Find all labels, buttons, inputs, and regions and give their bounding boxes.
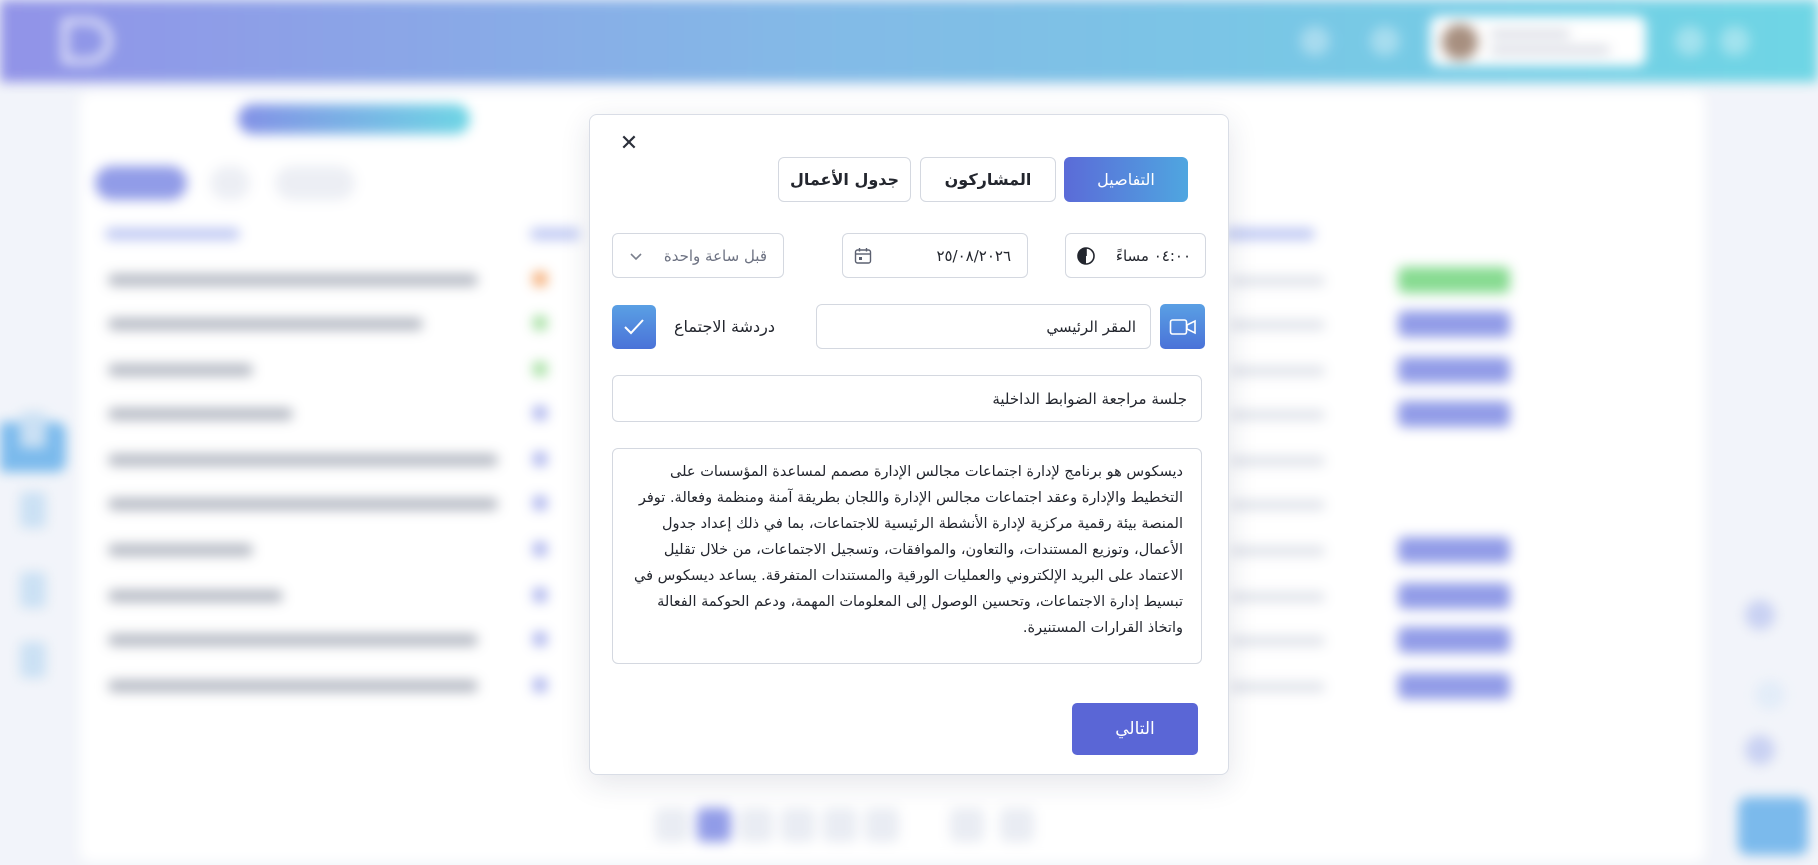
time-value: ٠٤:٠٠ مساءً bbox=[1115, 246, 1191, 265]
meeting-details-modal: ✕ جدول الأعمال المشاركون التفاصيل قبل سا… bbox=[589, 114, 1229, 775]
date-field[interactable]: ٢٥/٠٨/٢٠٢٦ bbox=[842, 233, 1028, 278]
time-field[interactable]: ٠٤:٠٠ مساءً bbox=[1065, 233, 1206, 278]
video-camera-icon bbox=[1169, 318, 1196, 335]
checkmark-icon bbox=[624, 319, 644, 335]
meeting-title-field[interactable]: جلسة مراجعة الضوابط الداخلية bbox=[612, 375, 1202, 422]
reminder-select[interactable]: قبل ساعة واحدة bbox=[612, 233, 784, 278]
date-value: ٢٥/٠٨/٢٠٢٦ bbox=[936, 246, 1011, 265]
tab-participants[interactable]: المشاركون bbox=[920, 157, 1056, 202]
reminder-value: قبل ساعة واحدة bbox=[663, 246, 767, 265]
description-textarea[interactable]: ديسكوس هو برنامج لإدارة اجتماعات مجالس ا… bbox=[612, 448, 1202, 664]
chevron-down-icon bbox=[630, 252, 642, 260]
tab-details[interactable]: التفاصيل bbox=[1064, 157, 1188, 202]
location-field[interactable]: المقر الرئيسي bbox=[816, 304, 1151, 349]
next-button[interactable]: التالي bbox=[1072, 703, 1198, 755]
video-meeting-button[interactable] bbox=[1160, 304, 1205, 349]
close-button[interactable]: ✕ bbox=[616, 131, 642, 157]
location-value: المقر الرئيسي bbox=[1046, 317, 1136, 336]
tab-agenda[interactable]: جدول الأعمال bbox=[778, 157, 911, 202]
meeting-chat-label: دردشة الاجتماع bbox=[674, 317, 776, 336]
meeting-title-value: جلسة مراجعة الضوابط الداخلية bbox=[992, 389, 1187, 408]
clock-icon bbox=[1077, 246, 1095, 265]
calendar-icon bbox=[854, 247, 872, 264]
meeting-chat-checkbox[interactable] bbox=[612, 305, 656, 349]
